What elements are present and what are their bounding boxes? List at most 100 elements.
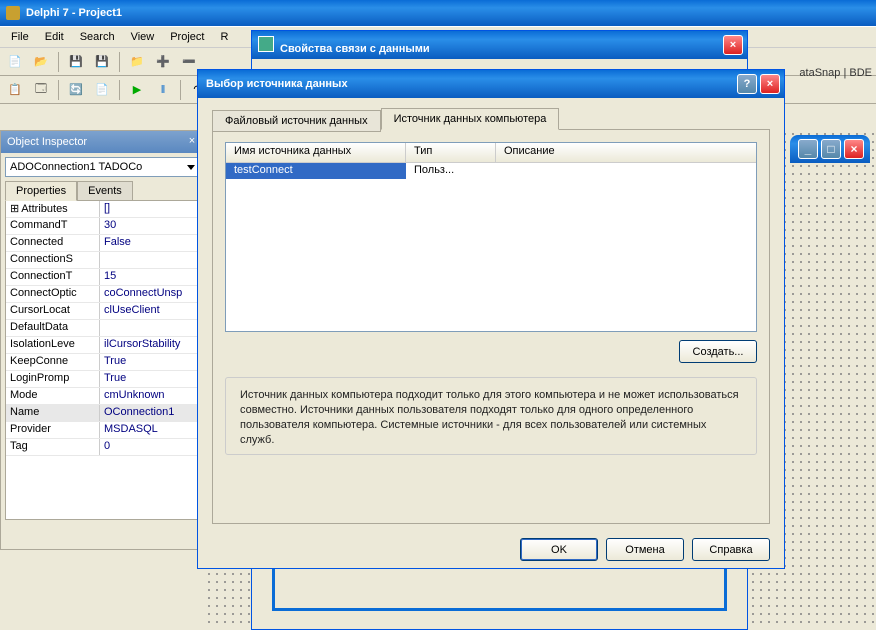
view-unit-icon[interactable]: 📋	[4, 79, 26, 101]
property-row[interactable]: ConnectionS	[6, 252, 199, 269]
inspector-object-combo[interactable]: ADOConnection1 TADOCo	[5, 157, 200, 177]
open-project-icon[interactable]: 📁	[126, 51, 148, 73]
tab-properties[interactable]: Properties	[5, 181, 77, 201]
prop-value[interactable]: OConnection1	[100, 405, 199, 421]
run-icon[interactable]: ▶	[126, 79, 148, 101]
col-desc[interactable]: Описание	[496, 143, 756, 162]
tabstrip: Файловый источник данных Источник данных…	[212, 108, 770, 130]
prop-value[interactable]	[100, 320, 199, 336]
cell-name: testConnect	[226, 163, 406, 179]
property-row[interactable]: ConnectedFalse	[6, 235, 199, 252]
property-grid[interactable]: ⊞Attributes[]CommandT30ConnectedFalseCon…	[5, 200, 200, 520]
database-icon	[258, 36, 274, 52]
prop-name: ConnectOptic	[6, 286, 100, 302]
prop-value[interactable]: MSDASQL	[100, 422, 199, 438]
new-icon[interactable]: 📄	[4, 51, 26, 73]
form1-window[interactable]: _ □ ×	[790, 135, 870, 625]
inspector-tabs: Properties Events	[5, 181, 200, 200]
chevron-down-icon	[187, 165, 195, 170]
prop-name: Mode	[6, 388, 100, 404]
property-row[interactable]: ConnectionT15	[6, 269, 199, 286]
dlg2-titlebar[interactable]: Выбор источника данных ? ×	[198, 70, 784, 98]
prop-name: DefaultData	[6, 320, 100, 336]
list-item[interactable]: testConnectПольз...	[226, 163, 756, 179]
minimize-icon[interactable]: _	[798, 139, 818, 159]
prop-value[interactable]: True	[100, 371, 199, 387]
add-icon[interactable]: ➕	[152, 51, 174, 73]
prop-value[interactable]: True	[100, 354, 199, 370]
prop-name: IsolationLeve	[6, 337, 100, 353]
close-icon[interactable]: ×	[760, 74, 780, 94]
menu-run[interactable]: R	[213, 29, 235, 45]
tab-panel: Имя источника данных Тип Описание testCo…	[212, 129, 770, 524]
toggle-icon[interactable]: 🔄	[65, 79, 87, 101]
prop-value[interactable]: 30	[100, 218, 199, 234]
dsn-listview[interactable]: Имя источника данных Тип Описание testCo…	[225, 142, 757, 332]
property-row[interactable]: ProviderMSDASQL	[6, 422, 199, 439]
prop-value[interactable]: coConnectUnsp	[100, 286, 199, 302]
tab-machine-dsn[interactable]: Источник данных компьютера	[381, 108, 560, 130]
property-row[interactable]: KeepConneTrue	[6, 354, 199, 371]
property-row[interactable]: NameOConnection1	[6, 405, 199, 422]
save-icon[interactable]: 💾	[65, 51, 87, 73]
menu-project[interactable]: Project	[163, 29, 211, 45]
view-form-icon[interactable]: 🗔	[30, 79, 52, 101]
prop-value[interactable]: 15	[100, 269, 199, 285]
menu-edit[interactable]: Edit	[38, 29, 71, 45]
property-row[interactable]: ⊞Attributes[]	[6, 201, 199, 218]
col-type[interactable]: Тип	[406, 143, 496, 162]
tab-events[interactable]: Events	[77, 181, 133, 200]
inspector-title: Object Inspector	[7, 136, 87, 148]
create-button[interactable]: Создать...	[679, 340, 757, 363]
property-row[interactable]: Tag0	[6, 439, 199, 456]
new-form-icon[interactable]: 📄	[91, 79, 113, 101]
property-row[interactable]: DefaultData	[6, 320, 199, 337]
prop-name: KeepConne	[6, 354, 100, 370]
menu-search[interactable]: Search	[73, 29, 122, 45]
close-icon[interactable]: ×	[844, 139, 864, 159]
prop-value[interactable]: False	[100, 235, 199, 251]
property-row[interactable]: LoginPrompTrue	[6, 371, 199, 388]
prop-name: ConnectionT	[6, 269, 100, 285]
separator	[180, 80, 181, 100]
property-row[interactable]: ConnectOpticcoConnectUnsp	[6, 286, 199, 303]
form1-titlebar[interactable]: _ □ ×	[790, 135, 870, 163]
info-text: Источник данных компьютера подходит толь…	[225, 377, 757, 455]
prop-name: ⊞Attributes	[6, 201, 100, 217]
ide-titlebar: Delphi 7 - Project1	[0, 0, 876, 26]
tab-file-dsn[interactable]: Файловый источник данных	[212, 110, 381, 132]
prop-value[interactable]	[100, 252, 199, 268]
component-tabs[interactable]: ataSnap | BDE	[799, 67, 872, 79]
dlg1-title-text: Свойства связи с данными	[280, 43, 430, 55]
close-icon[interactable]: ×	[723, 35, 743, 55]
saveall-icon[interactable]: 💾	[91, 51, 113, 73]
ok-button[interactable]: OK	[520, 538, 598, 561]
menu-file[interactable]: File	[4, 29, 36, 45]
dlg1-titlebar[interactable]: Свойства связи с данными ×	[252, 31, 747, 59]
prop-name: CursorLocat	[6, 303, 100, 319]
help-icon[interactable]: ?	[737, 74, 757, 94]
combo-value: ADOConnection1 TADOCo	[10, 161, 142, 173]
col-name[interactable]: Имя источника данных	[226, 143, 406, 162]
pause-icon[interactable]: ‖	[152, 79, 174, 101]
prop-name: Tag	[6, 439, 100, 455]
property-row[interactable]: IsolationLeveilCursorStability	[6, 337, 199, 354]
prop-value[interactable]: cmUnknown	[100, 388, 199, 404]
prop-value[interactable]: ilCursorStability	[100, 337, 199, 353]
prop-value[interactable]: 0	[100, 439, 199, 455]
menu-view[interactable]: View	[124, 29, 162, 45]
property-row[interactable]: ModecmUnknown	[6, 388, 199, 405]
property-row[interactable]: CursorLocatclUseClient	[6, 303, 199, 320]
select-data-source-dialog: Выбор источника данных ? × Файловый исто…	[197, 69, 785, 569]
help-button[interactable]: Справка	[692, 538, 770, 561]
prop-value[interactable]: []	[100, 201, 199, 217]
open-icon[interactable]: 📂	[30, 51, 52, 73]
listview-header: Имя источника данных Тип Описание	[226, 143, 756, 163]
maximize-icon[interactable]: □	[821, 139, 841, 159]
inspector-titlebar[interactable]: Object Inspector ×	[1, 131, 204, 153]
prop-value[interactable]: clUseClient	[100, 303, 199, 319]
prop-name: CommandT	[6, 218, 100, 234]
cell-desc	[496, 163, 756, 179]
property-row[interactable]: CommandT30	[6, 218, 199, 235]
cancel-button[interactable]: Отмена	[606, 538, 684, 561]
